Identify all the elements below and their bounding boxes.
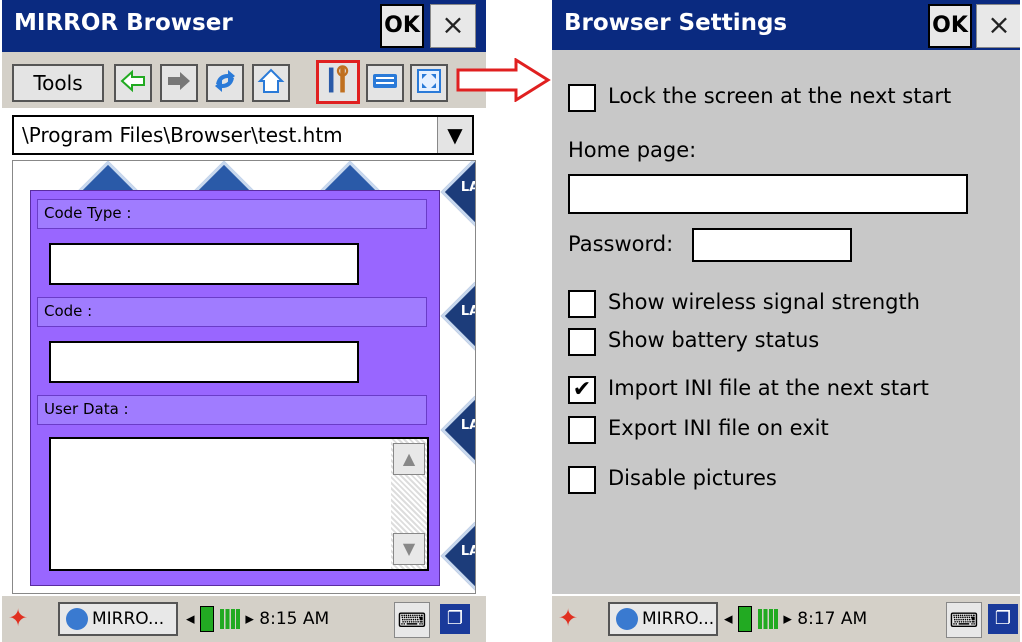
taskbar-app-button[interactable]: MIRRO...	[58, 602, 178, 636]
globe-icon	[616, 608, 638, 630]
battery-label: Show battery status	[608, 328, 820, 352]
settings-tools-icon	[328, 65, 349, 93]
address-bar[interactable]: \Program Files\Browser\test.htm ▼	[12, 115, 474, 155]
forward-button[interactable]	[160, 64, 198, 102]
window-title: MIRROR Browser	[14, 10, 233, 36]
clock: 8:17 AM	[797, 609, 868, 629]
import-ini-checkbox[interactable]: ✔	[568, 376, 596, 404]
form-panel: Code Type : Code : User Data : ▲ ▼	[30, 190, 440, 586]
close-button[interactable]: ×	[430, 4, 476, 48]
system-tray: ◂ ▸ 8:15 AM	[186, 602, 329, 636]
address-text[interactable]: \Program Files\Browser\test.htm	[22, 123, 343, 147]
close-button[interactable]: ×	[976, 4, 1020, 48]
mirror-browser-screen: MIRROR Browser OK × Tools \Program Files…	[2, 0, 486, 642]
browser-settings-screen: Browser Settings OK × Lock the screen at…	[552, 0, 1020, 642]
taskbar-app-button[interactable]: MIRRO...	[608, 602, 718, 636]
scroll-down-icon[interactable]: ▼	[393, 533, 425, 565]
battery-icon	[199, 606, 214, 632]
taskbar: ✦ MIRRO... ◂ ▸ 8:15 AM ⌨ ❐	[2, 594, 486, 642]
fullscreen-button[interactable]	[410, 64, 448, 102]
windows-start-icon[interactable]: ✦	[558, 604, 578, 632]
title-bar: Browser Settings OK ×	[552, 0, 1020, 50]
fullscreen-icon	[417, 69, 441, 93]
refresh-icon	[215, 70, 235, 92]
password-input[interactable]	[692, 228, 852, 262]
clock: 8:15 AM	[259, 609, 330, 629]
forward-arrow-icon	[168, 72, 190, 90]
window-title: Browser Settings	[564, 10, 788, 36]
import-ini-label: Import INI file at the next start	[608, 376, 929, 400]
back-button[interactable]	[114, 64, 152, 102]
export-ini-checkbox[interactable]	[568, 416, 596, 444]
keyboard-button[interactable]	[366, 64, 404, 102]
window-switch-icon[interactable]: ❐	[440, 604, 470, 634]
tools-menu-button[interactable]: Tools	[12, 64, 104, 102]
ok-button[interactable]: OK	[928, 4, 972, 48]
keyboard-icon[interactable]: ⌨	[394, 602, 430, 638]
battery-checkbox[interactable]	[568, 328, 596, 356]
settings-button[interactable]	[316, 60, 360, 104]
keyboard-icon[interactable]: ⌨	[946, 602, 982, 638]
lab-logo-icon: LAB	[440, 520, 475, 592]
lab-logo-icon: LAB	[440, 394, 475, 466]
window-switch-icon[interactable]: ❐	[988, 604, 1018, 634]
system-tray: ◂ ▸ 8:17 AM	[724, 602, 867, 636]
lab-logo-icon: LAB	[440, 280, 475, 352]
lock-screen-label: Lock the screen at the next start	[608, 84, 952, 108]
lock-screen-checkbox[interactable]	[568, 84, 596, 112]
battery-icon	[737, 606, 752, 632]
home-page-label: Home page:	[568, 138, 697, 162]
lab-logo-icon: LAB	[440, 161, 475, 228]
code-label: Code :	[37, 297, 427, 327]
code-type-label: Code Type :	[37, 199, 427, 229]
globe-icon	[66, 608, 88, 630]
home-page-input[interactable]	[568, 174, 968, 214]
user-data-textarea[interactable]: ▲ ▼	[49, 437, 429, 571]
toolbar: Tools	[2, 52, 486, 108]
disable-pictures-checkbox[interactable]	[568, 466, 596, 494]
disable-pictures-label: Disable pictures	[608, 466, 777, 490]
taskbar: ✦ MIRRO... ◂ ▸ 8:17 AM ⌨ ❐	[552, 594, 1020, 642]
wireless-checkbox[interactable]	[568, 290, 596, 318]
refresh-button[interactable]	[206, 64, 244, 102]
scrollbar[interactable]: ▲ ▼	[391, 439, 427, 569]
export-ini-label: Export INI file on exit	[608, 416, 829, 440]
settings-panel: Lock the screen at the next start Home p…	[552, 50, 1020, 594]
code-type-input[interactable]	[49, 243, 359, 285]
wireless-label: Show wireless signal strength	[608, 290, 920, 314]
password-label: Password:	[568, 232, 674, 256]
keyboard-icon	[373, 74, 397, 88]
home-icon	[257, 68, 285, 93]
arrow-icon	[456, 58, 551, 102]
windows-start-icon[interactable]: ✦	[8, 604, 28, 632]
back-arrow-icon	[120, 69, 145, 93]
home-button[interactable]	[252, 64, 290, 102]
signal-icon	[757, 609, 778, 629]
user-data-label: User Data :	[37, 395, 427, 425]
signal-icon	[219, 609, 240, 629]
code-input[interactable]	[49, 341, 359, 383]
scroll-up-icon[interactable]: ▲	[393, 443, 425, 475]
ok-button[interactable]: OK	[380, 4, 424, 48]
address-dropdown-button[interactable]: ▼	[437, 117, 472, 153]
